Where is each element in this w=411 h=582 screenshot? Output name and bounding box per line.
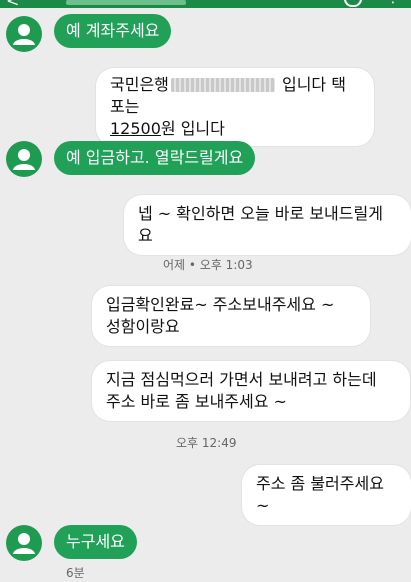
message-text: 주소 바로 좀 보내주세요 ~	[106, 392, 287, 411]
message-text: 예 입금하고. 열락드릴게요	[66, 148, 244, 167]
more-options-icon[interactable]: ⋮	[386, 0, 400, 5]
outgoing-message[interactable]: 주소 좀 불러주세요~	[242, 465, 411, 525]
app-bar: < ⋮	[0, 0, 411, 10]
timestamp: 오후 12:49	[176, 436, 237, 450]
incoming-message[interactable]: 예 계좌주세요	[54, 14, 172, 48]
person-icon	[13, 24, 35, 45]
message-text: 누구세요	[66, 532, 125, 551]
incoming-message[interactable]: 예 입금하고. 열락드릴게요	[54, 141, 256, 175]
message-text: 지금 점심먹으러 가면서 보내려고 하는데	[106, 370, 377, 389]
back-arrow-icon[interactable]: <	[6, 0, 19, 10]
message-text: 입금확인완료~ 주소보내주세요 ~	[106, 295, 335, 314]
message-text: 원 입니다	[160, 119, 225, 138]
contact-avatar[interactable]	[6, 525, 42, 561]
outgoing-message[interactable]: 입금확인완료~ 주소보내주세요 ~ 성함이랑요	[92, 286, 370, 346]
outgoing-message[interactable]: 국민은행 입니다 택포는 12500원 입니다	[96, 68, 374, 146]
outgoing-message[interactable]: 지금 점심먹으러 가면서 보내려고 하는데 주소 바로 좀 보내주세요 ~	[92, 361, 410, 421]
message-text: 성함이랑요	[106, 317, 180, 336]
timestamp: 6분	[66, 566, 85, 580]
contact-avatar[interactable]	[6, 16, 42, 52]
contact-name-redacted	[66, 0, 186, 5]
phone-call-icon[interactable]	[344, 0, 362, 7]
person-icon	[13, 149, 35, 170]
incoming-message[interactable]: 누구세요	[54, 525, 137, 559]
contact-avatar[interactable]	[6, 141, 42, 177]
amount-link[interactable]: 12500	[110, 119, 161, 138]
timestamp: 어제 • 오후 1:03	[163, 258, 253, 272]
message-text: 주소 좀 불러주세요~	[256, 474, 384, 515]
message-text: 국민은행	[110, 75, 169, 94]
redacted-account-number	[170, 78, 275, 92]
outgoing-message[interactable]: 넵 ~ 확인하면 오늘 바로 보내드릴게요	[124, 195, 411, 255]
person-icon	[13, 533, 35, 554]
message-text: 넵 ~ 확인하면 오늘 바로 보내드릴게요	[138, 204, 383, 245]
message-text: 예 계좌주세요	[66, 21, 160, 40]
